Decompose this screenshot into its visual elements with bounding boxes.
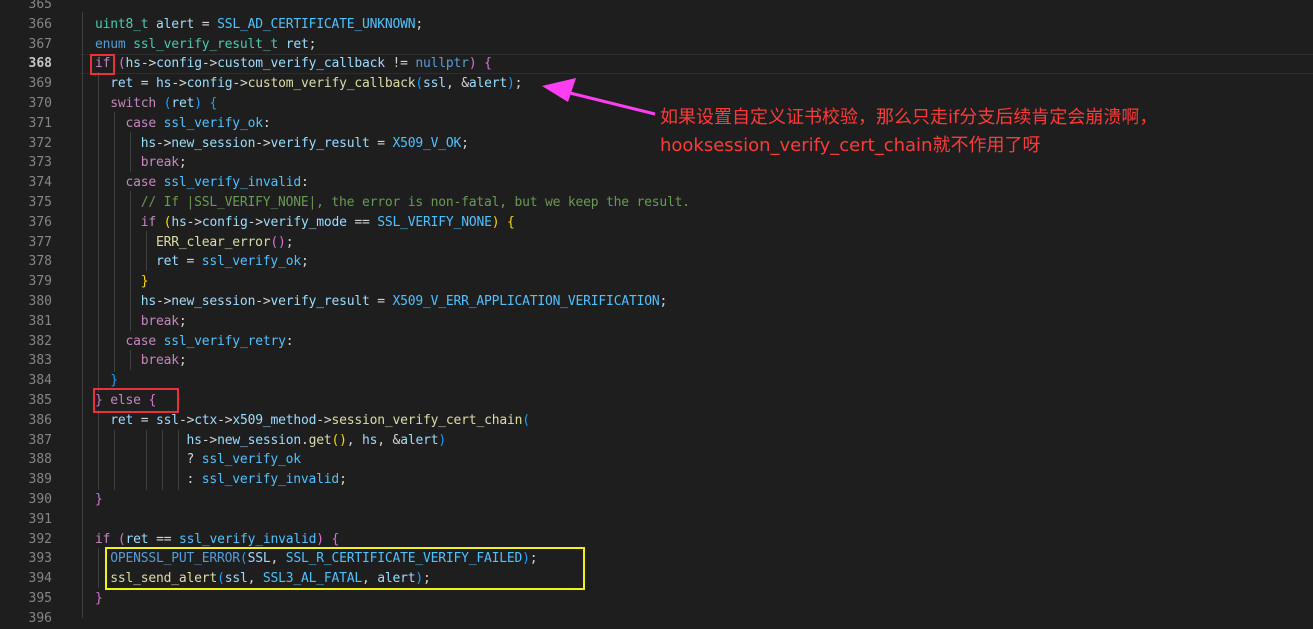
annotation-arrow	[542, 78, 656, 116]
note-line-1: 如果设置自定义证书校验，那么只走if分支后续肯定会崩溃啊，	[660, 107, 1158, 128]
arrow-shaft	[569, 91, 656, 116]
annotation-note: 如果设置自定义证书校验，那么只走if分支后续肯定会崩溃啊， hooksessio…	[660, 104, 1157, 160]
arrow-head	[542, 78, 576, 102]
note-line-2: hooksession_verify_cert_chain就不作用了呀	[660, 135, 1041, 156]
code-editor[interactable]: 365 366 uint8_t alert = SSL_AD_CERTIFICATE…	[0, 0, 1313, 626]
